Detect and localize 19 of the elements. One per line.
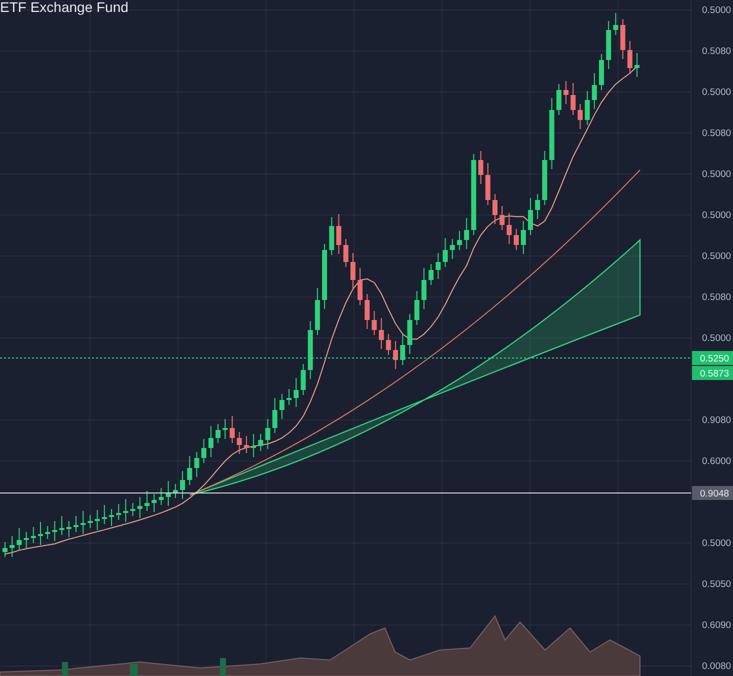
price-axis-label: 0.0080 (702, 661, 732, 672)
price-axis-label: 0.6000 (702, 456, 732, 467)
price-axis-label: 0.9080 (702, 415, 732, 426)
price-axis-label: 0.5050 (702, 579, 732, 590)
chart-title: ETF Exchange Fund (0, 0, 128, 14)
price-axis-label: 0.5000 (702, 169, 732, 180)
price-badge: 0.5250 (692, 351, 733, 365)
price-axis-label: 0.5000 (702, 538, 732, 549)
price-axis-label: 0.5000 (702, 210, 732, 221)
price-axis-label: 0.5000 (702, 87, 732, 98)
price-badge: 0.9048 (692, 486, 733, 500)
price-axis-label: 0.5000 (702, 251, 732, 262)
price-axis-label: 0.5000 (702, 5, 732, 16)
price-axis-label: 0.5000 (702, 333, 732, 344)
price-axis-label: 0.5080 (702, 46, 732, 57)
price-axis-label: 0.5080 (702, 292, 732, 303)
price-badge: 0.5873 (692, 366, 733, 380)
price-axis-label: 0.6090 (702, 620, 732, 631)
price-axis-label: 0.5080 (702, 128, 732, 139)
